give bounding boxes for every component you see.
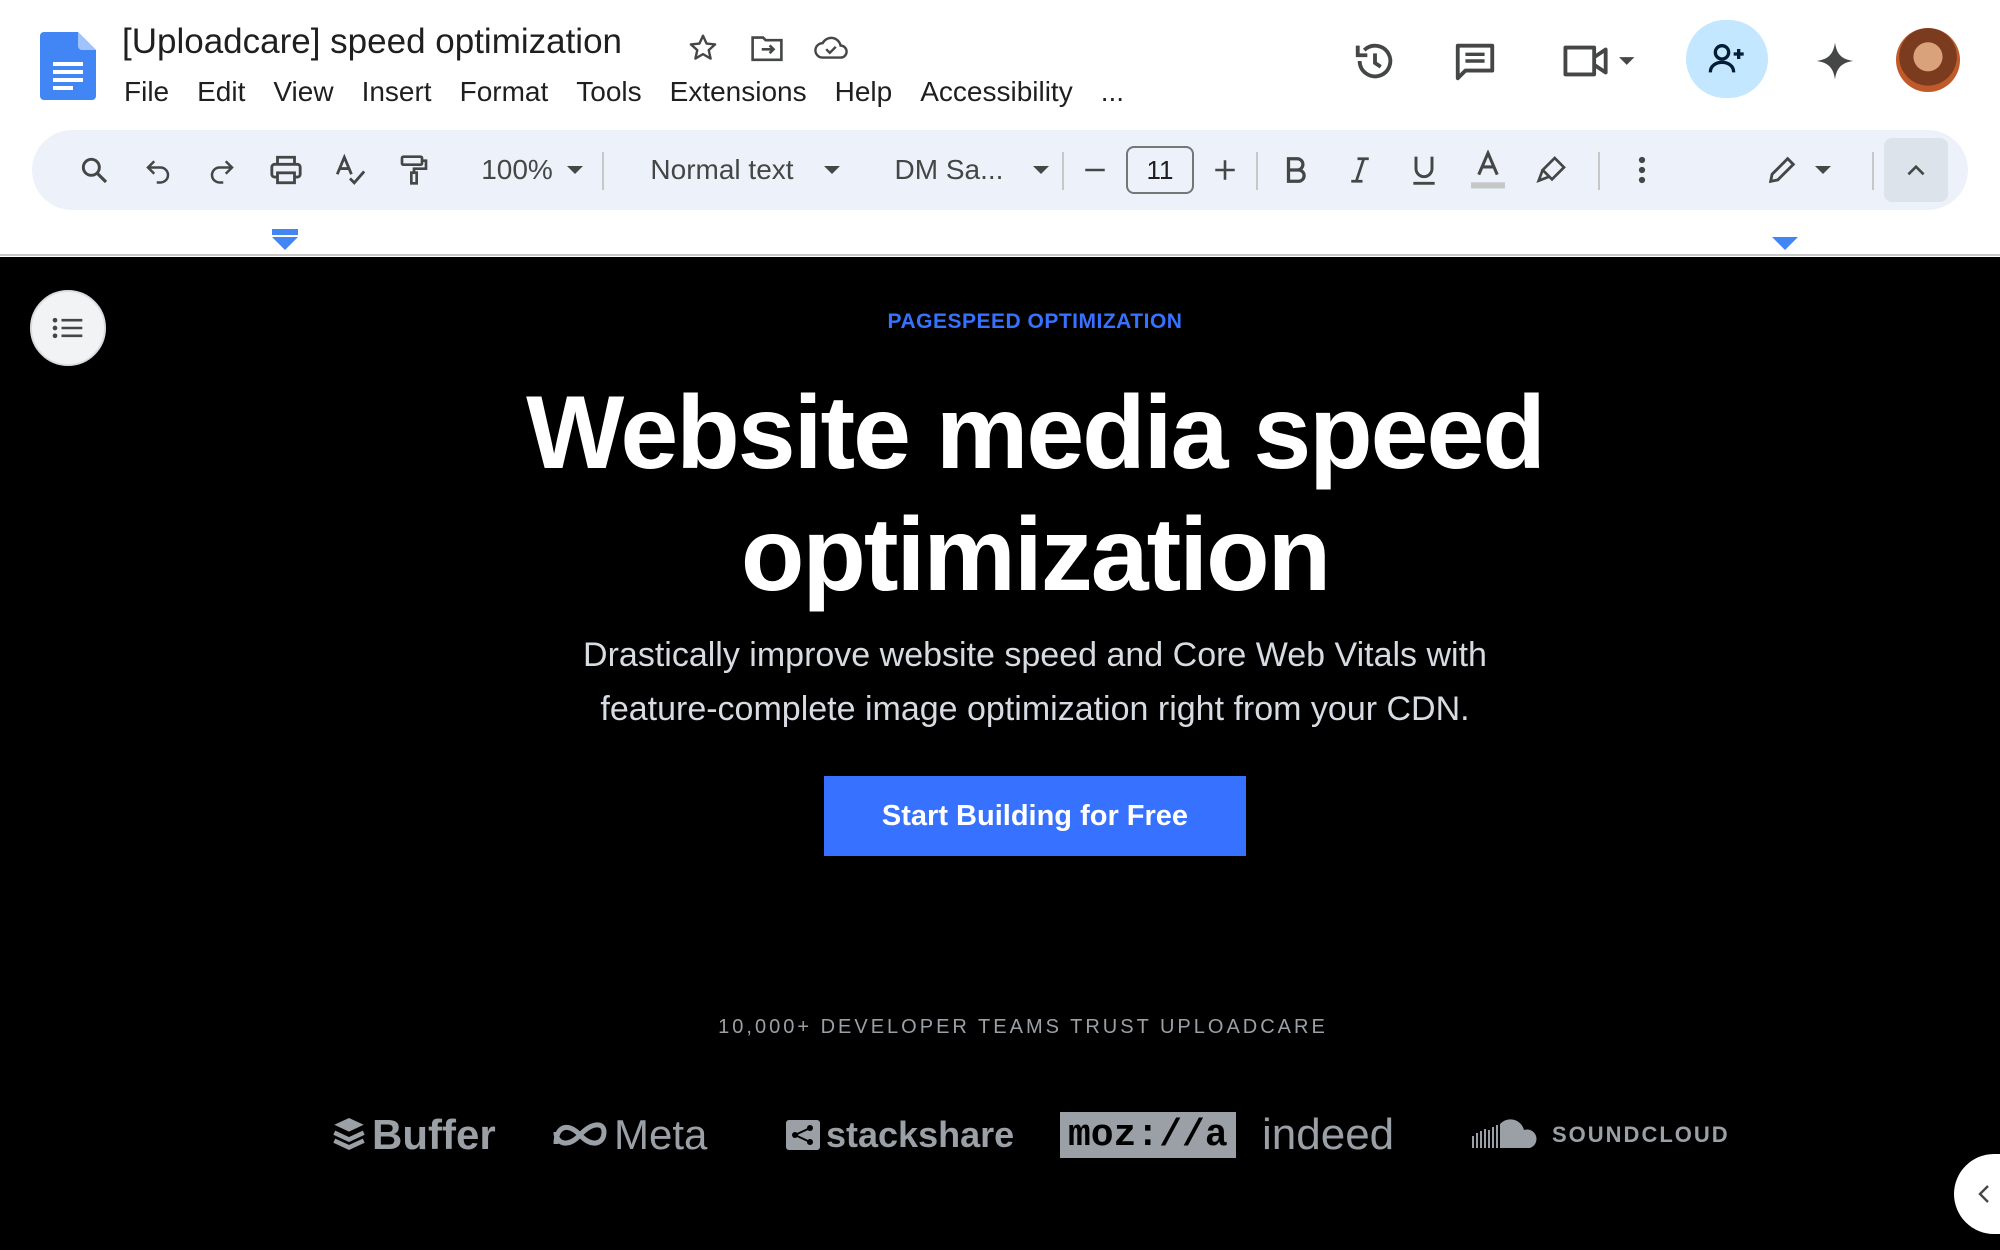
logo-mozilla-text: moz://a: [1068, 1113, 1228, 1157]
chevron-up-icon: [1907, 164, 1925, 176]
font-size-input[interactable]: 11: [1126, 146, 1194, 194]
gemini-sparkle-icon[interactable]: [1810, 36, 1860, 86]
logo-stackshare-text: stackshare: [826, 1114, 1015, 1155]
increase-font-size-icon[interactable]: [1200, 130, 1250, 210]
top-bar: [Uploadcare] speed optimization File Edi…: [0, 0, 2000, 128]
hide-menus-button[interactable]: [1884, 138, 1948, 202]
soundcloud-cloud-icon: [1472, 1119, 1537, 1148]
menu-accessibility[interactable]: Accessibility: [906, 76, 1086, 108]
chevron-down-icon: [1033, 166, 1050, 174]
font-family-value: DM Sa...: [894, 154, 1004, 185]
editing-mode-select[interactable]: [1748, 130, 1848, 210]
headline-line-2: optimization: [740, 497, 1331, 613]
logo-indeed-text: indeed: [1262, 1110, 1395, 1159]
subline-line-1: Drastically improve website speed and Co…: [583, 636, 1487, 674]
chevron-down-icon: [566, 166, 583, 174]
redo-icon[interactable]: [194, 130, 250, 210]
buffer-stack-icon: [333, 1118, 365, 1150]
logo-indeed: indeed: [1262, 1100, 1394, 1170]
spellcheck-icon[interactable]: [322, 130, 378, 210]
search-menus-icon[interactable]: [66, 130, 122, 210]
italic-icon[interactable]: [1332, 130, 1388, 210]
logo-meta-text: Meta: [614, 1111, 708, 1158]
menu-insert[interactable]: Insert: [348, 76, 446, 108]
menu-tools[interactable]: Tools: [562, 76, 655, 108]
hero-headline: Website media speed optimization: [0, 372, 2000, 616]
star-icon[interactable]: [685, 30, 721, 66]
pencil-icon: [1768, 156, 1796, 184]
horizontal-ruler: [0, 212, 2000, 256]
text-color-icon[interactable]: [1460, 130, 1516, 210]
version-history-icon[interactable]: [1350, 36, 1400, 86]
more-options-icon[interactable]: [1614, 130, 1670, 210]
menu-edit[interactable]: Edit: [183, 76, 259, 108]
paragraph-style-value: Normal text: [650, 154, 794, 185]
menu-format[interactable]: Format: [446, 76, 563, 108]
document-title[interactable]: [Uploadcare] speed optimization: [122, 22, 622, 62]
highlight-color-icon[interactable]: [1524, 130, 1580, 210]
headline-line-1: Website media speed: [526, 375, 1546, 491]
menu-help[interactable]: Help: [821, 76, 907, 108]
eyebrow-label: PAGESPEED OPTIMIZATION: [887, 310, 1183, 333]
decrease-font-size-icon[interactable]: [1070, 130, 1120, 210]
paint-format-icon[interactable]: [386, 130, 442, 210]
toolbar-divider: [1598, 152, 1600, 190]
docs-logo-icon[interactable]: [40, 32, 96, 100]
toolbar-divider: [1256, 152, 1258, 190]
logo-soundcloud: SOUNDCLOUD: [1472, 1100, 1730, 1170]
logo-buffer-text: Buffer: [372, 1111, 496, 1158]
zoom-value: 100%: [481, 154, 553, 185]
comments-icon[interactable]: [1450, 36, 1500, 86]
start-building-button[interactable]: Start Building for Free: [824, 776, 1246, 856]
menu-file[interactable]: File: [110, 76, 183, 108]
logo-mozilla: moz://a: [1060, 1112, 1236, 1158]
right-indent-marker[interactable]: [1772, 237, 1798, 256]
google-docs-window: [Uploadcare] speed optimization File Edi…: [0, 0, 2000, 1250]
logo-soundcloud-text: SOUNDCLOUD: [1552, 1122, 1730, 1147]
logo-stackshare: stackshare: [786, 1100, 1014, 1170]
chevron-left-icon: [1978, 1185, 1989, 1203]
meet-icon[interactable]: [1558, 36, 1638, 86]
move-folder-icon[interactable]: [749, 30, 785, 66]
logo-meta: Meta: [550, 1100, 707, 1170]
undo-icon[interactable]: [130, 130, 186, 210]
cloud-saved-icon[interactable]: [813, 30, 849, 66]
menu-extensions[interactable]: Extensions: [656, 76, 821, 108]
paragraph-style-select[interactable]: Normal text: [620, 130, 870, 210]
stackshare-icon: [786, 1120, 820, 1150]
zoom-select[interactable]: 100%: [452, 130, 612, 210]
chevron-down-icon: [1815, 166, 1831, 174]
subline-line-2: feature-complete image optimization righ…: [600, 690, 1470, 728]
meta-infinity-icon: [553, 1122, 607, 1146]
bold-icon[interactable]: [1268, 130, 1324, 210]
toolbar-divider: [602, 152, 604, 190]
share-button[interactable]: [1686, 20, 1768, 98]
share-add-person-icon: [1708, 44, 1744, 73]
toolbar-divider: [1872, 152, 1874, 190]
print-icon[interactable]: [258, 130, 314, 210]
font-family-select[interactable]: DM Sa...: [872, 130, 1072, 210]
underline-icon[interactable]: [1396, 130, 1452, 210]
customer-logos: Buffer Meta stackshare moz://a indeed SO…: [320, 1100, 1740, 1170]
avatar[interactable]: [1896, 28, 1960, 92]
menu-view[interactable]: View: [259, 76, 347, 108]
toolbar-divider: [1062, 152, 1064, 190]
menu-bar: File Edit View Insert Format Tools Exten…: [110, 70, 1138, 114]
left-indent-marker[interactable]: [272, 229, 298, 256]
chevron-down-icon: [823, 166, 840, 174]
menu-overflow[interactable]: ...: [1087, 76, 1138, 108]
logo-buffer: Buffer: [332, 1100, 496, 1170]
trust-statement: 10,000+ DEVELOPER TEAMS TRUST UPLOADCARE: [718, 1016, 1328, 1038]
hero-subheadline: Drastically improve website speed and Co…: [0, 628, 2000, 736]
formatting-toolbar: 100% Normal text DM Sa... 11: [32, 130, 1968, 210]
